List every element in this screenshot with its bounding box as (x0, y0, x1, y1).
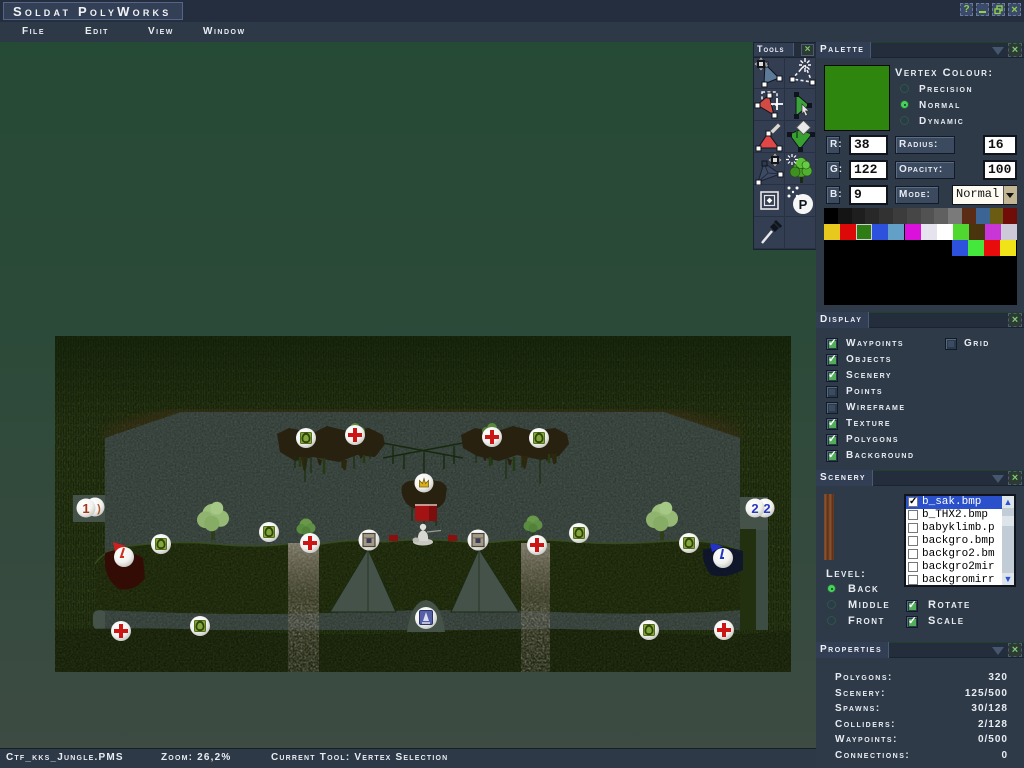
svg-text:2: 2 (751, 501, 758, 516)
svg-text:1: 1 (82, 501, 89, 516)
svg-text:P: P (799, 197, 808, 212)
svg-text:): ) (97, 503, 101, 515)
